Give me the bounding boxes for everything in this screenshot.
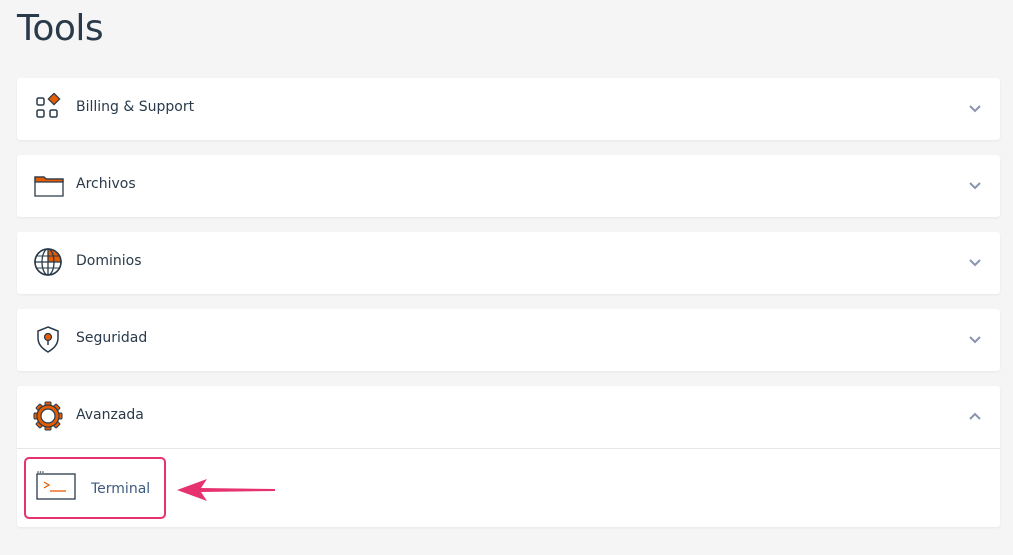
page-title: Tools: [17, 8, 104, 49]
chevron-down-icon[interactable]: [967, 177, 983, 193]
panel-seguridad: Seguridad: [17, 309, 1000, 371]
panel-body-avanzada: Terminal: [17, 448, 1000, 527]
chevron-down-icon[interactable]: [967, 100, 983, 116]
panel-header-dominios[interactable]: Dominios: [17, 232, 1000, 294]
panel-label: Dominios: [76, 253, 142, 269]
folder-icon: [34, 176, 64, 197]
chevron-up-icon[interactable]: [967, 408, 983, 424]
panel-billing-support: Billing & Support: [17, 78, 1000, 140]
chevron-down-icon[interactable]: [967, 331, 983, 347]
panel-header-archivos[interactable]: Archivos: [17, 155, 1000, 217]
panel-label: Billing & Support: [76, 99, 195, 115]
globe-icon: [34, 248, 62, 276]
panel-archivos: Archivos: [17, 155, 1000, 217]
panel-label: Seguridad: [76, 330, 148, 346]
billing-grid-icon: [36, 93, 61, 118]
shield-icon: [37, 326, 59, 353]
panel-header-seguridad[interactable]: Seguridad: [17, 309, 1000, 371]
gear-icon: [33, 401, 63, 431]
panel-header-billing-support[interactable]: Billing & Support: [17, 78, 1000, 140]
annotation-arrow-icon: [177, 479, 275, 501]
panel-header-avanzada[interactable]: Avanzada: [17, 386, 1000, 448]
panel-label: Archivos: [76, 176, 136, 192]
terminal-icon: [36, 471, 76, 500]
tool-label-terminal: Terminal: [91, 481, 151, 497]
panel-avanzada: Avanzada Terminal: [17, 386, 1000, 527]
panel-label: Avanzada: [76, 407, 144, 423]
tool-item-terminal[interactable]: Terminal: [24, 457, 166, 519]
chevron-down-icon[interactable]: [967, 254, 983, 270]
panel-dominios: Dominios: [17, 232, 1000, 294]
